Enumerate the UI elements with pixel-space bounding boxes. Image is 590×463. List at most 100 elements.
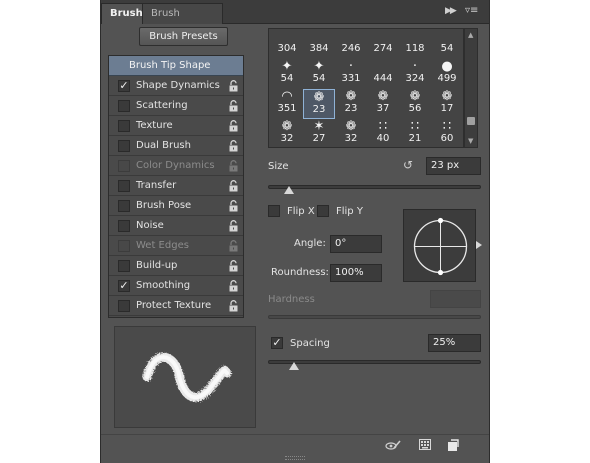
- brush-tip-cell[interactable]: ✦ 54: [303, 59, 335, 89]
- double-chevron-right-icon[interactable]: ▶▶: [445, 6, 457, 16]
- brush-tip-thumbnail-icon: ✶: [313, 119, 325, 134]
- option-color-dynamics[interactable]: Color Dynamics: [109, 156, 243, 176]
- spacing-slider-thumb[interactable]: [288, 362, 299, 370]
- size-label: Size: [268, 161, 289, 172]
- reset-size-icon[interactable]: ↺: [401, 158, 415, 172]
- brush-tip-cell[interactable]: 246: [335, 29, 367, 59]
- option-dual-brush[interactable]: Dual Brush: [109, 136, 243, 156]
- texture-checkbox[interactable]: [118, 120, 130, 132]
- flip-x-checkbox[interactable]: [268, 205, 280, 217]
- toggle-live-tip-preview-icon[interactable]: [385, 439, 401, 451]
- lock-icon[interactable]: [229, 120, 238, 132]
- lock-icon[interactable]: [229, 100, 238, 112]
- brush-tip-cell[interactable]: 444: [367, 59, 399, 89]
- wet-edges-checkbox[interactable]: [118, 240, 130, 252]
- brush-tip-cell[interactable]: ❁ 32: [271, 119, 303, 149]
- brush-tip-cell[interactable]: ❁ 23: [303, 89, 335, 119]
- brush-tip-cell[interactable]: ❁ 56: [399, 89, 431, 119]
- option-brush-pose[interactable]: Brush Pose: [109, 196, 243, 216]
- build-up-checkbox[interactable]: [118, 260, 130, 272]
- option-texture[interactable]: Texture: [109, 116, 243, 136]
- brush-tip-cell[interactable]: 384: [303, 29, 335, 59]
- scroll-up-arrow-icon[interactable]: ▲: [468, 31, 473, 39]
- size-slider-track[interactable]: [268, 185, 481, 189]
- resize-grip[interactable]: [285, 456, 305, 460]
- angle-direction-arrow-icon[interactable]: [476, 241, 482, 249]
- transfer-checkbox[interactable]: [118, 180, 130, 192]
- lock-icon[interactable]: [229, 300, 238, 312]
- new-brush-icon[interactable]: [447, 439, 459, 451]
- shape-dynamics-checkbox[interactable]: ✓: [118, 80, 130, 92]
- brush-tip-cell[interactable]: ✶ 27: [303, 119, 335, 149]
- angle-roundness-widget[interactable]: [403, 209, 476, 282]
- option-smoothing[interactable]: ✓ Smoothing: [109, 276, 243, 296]
- brush-tip-cell[interactable]: ❁ 32: [335, 119, 367, 149]
- brush-tip-thumbnail-icon: ❁: [441, 89, 453, 104]
- lock-icon[interactable]: [229, 220, 238, 232]
- scattering-checkbox[interactable]: [118, 100, 130, 112]
- brush-tip-cell[interactable]: 118: [399, 29, 431, 59]
- option-protect-texture[interactable]: Protect Texture: [109, 296, 243, 316]
- brush-tip-cell[interactable]: 54: [431, 29, 463, 59]
- brush-tip-cell[interactable]: ❁ 37: [367, 89, 399, 119]
- brush-presets-button[interactable]: Brush Presets: [139, 27, 228, 46]
- roundness-field[interactable]: 100%: [330, 264, 382, 282]
- lock-icon[interactable]: [229, 180, 238, 192]
- brush-tip-size: 304: [277, 43, 297, 54]
- brush-tip-size: 384: [309, 43, 329, 54]
- brush-tip-cell[interactable]: ∷ 40: [367, 119, 399, 149]
- stroke-preview: [114, 326, 256, 428]
- option-wet-edges[interactable]: Wet Edges: [109, 236, 243, 256]
- brush-tip-cell[interactable]: · 324: [399, 59, 431, 89]
- brush-tip-cell[interactable]: ∷ 60: [431, 119, 463, 149]
- noise-checkbox[interactable]: [118, 220, 130, 232]
- brush-tip-cell[interactable]: ◠ 351: [271, 89, 303, 119]
- smoothing-checkbox[interactable]: ✓: [118, 280, 130, 292]
- spacing-field[interactable]: 25%: [428, 334, 481, 352]
- lock-icon[interactable]: [229, 140, 238, 152]
- brush-tip-cell[interactable]: ✦ 54: [271, 59, 303, 89]
- brush-grid-icon[interactable]: [419, 439, 431, 450]
- brush-tip-cell[interactable]: 304: [271, 29, 303, 59]
- brush-tip-cell[interactable]: · 331: [335, 59, 367, 89]
- color-dynamics-checkbox[interactable]: [118, 160, 130, 172]
- brush-tip-cell[interactable]: ❁ 17: [431, 89, 463, 119]
- tab-brush-presets[interactable]: Brush Presets: [143, 3, 223, 38]
- brush-tip-cell[interactable]: ● 499: [431, 59, 463, 89]
- brush-tip-size: 444: [373, 73, 393, 84]
- scroll-down-arrow-icon[interactable]: ▼: [468, 137, 473, 145]
- lock-icon[interactable]: [229, 160, 238, 172]
- stroke-preview-graphic: [142, 352, 232, 402]
- hardness-slider-track[interactable]: [268, 315, 481, 319]
- option-transfer[interactable]: Transfer: [109, 176, 243, 196]
- option-noise[interactable]: Noise: [109, 216, 243, 236]
- option-build-up[interactable]: Build-up: [109, 256, 243, 276]
- option-scattering[interactable]: Scattering: [109, 96, 243, 116]
- option-brush-tip-shape[interactable]: Brush Tip Shape: [109, 56, 243, 76]
- lock-icon[interactable]: [229, 240, 238, 252]
- panel-menu-icon[interactable]: ▿≡: [465, 5, 478, 16]
- angle-field[interactable]: 0°: [330, 235, 382, 253]
- brush-pose-checkbox[interactable]: [118, 200, 130, 212]
- spacing-checkbox[interactable]: ✓: [271, 337, 283, 349]
- spacing-slider-track[interactable]: [268, 360, 481, 364]
- lock-icon[interactable]: [229, 80, 238, 92]
- brush-tip-cell[interactable]: 274: [367, 29, 399, 59]
- flip-y-checkbox[interactable]: [317, 205, 329, 217]
- size-slider-thumb[interactable]: [284, 186, 295, 194]
- size-field[interactable]: 23 px: [426, 157, 481, 175]
- brush-tip-cell[interactable]: ∷ 21: [399, 119, 431, 149]
- brush-tip-cell[interactable]: ❁ 23: [335, 89, 367, 119]
- option-shape-dynamics[interactable]: ✓ Shape Dynamics: [109, 76, 243, 96]
- option-label: Brush Tip Shape: [129, 60, 211, 71]
- scrollbar-thumb[interactable]: [467, 117, 475, 125]
- protect-texture-checkbox[interactable]: [118, 300, 130, 312]
- hardness-field[interactable]: [430, 290, 481, 308]
- brush-grid-scrollbar[interactable]: ▲ ▼: [464, 28, 478, 148]
- tab-brush[interactable]: Brush: [101, 3, 143, 24]
- lock-icon[interactable]: [229, 200, 238, 212]
- option-label: Brush Pose: [136, 200, 192, 211]
- dual-brush-checkbox[interactable]: [118, 140, 130, 152]
- lock-icon[interactable]: [229, 260, 238, 272]
- lock-icon[interactable]: [229, 280, 238, 292]
